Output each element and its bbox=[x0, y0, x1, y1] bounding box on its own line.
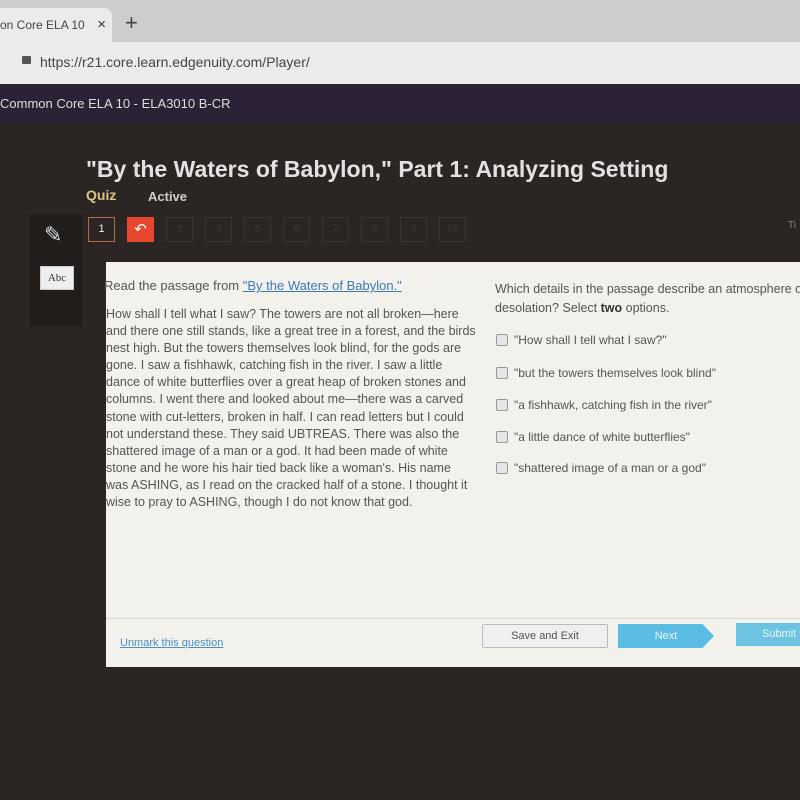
question-nav-button[interactable]: 8 bbox=[361, 217, 388, 242]
question-prompt: Which details in the passage describe an… bbox=[495, 280, 800, 318]
new-tab-button[interactable]: + bbox=[125, 10, 138, 36]
passage-text: How shall I tell what I saw? The towers … bbox=[106, 307, 476, 510]
tab-title: on Core ELA 10 bbox=[0, 18, 85, 32]
checkbox[interactable] bbox=[496, 399, 508, 411]
prompt-b: options. bbox=[622, 301, 670, 315]
unmark-question-link[interactable]: Unmark this question bbox=[120, 637, 223, 649]
question-nav: 1 ↶ 3 4 5 6 7 8 9 10 bbox=[88, 217, 466, 242]
checkbox[interactable] bbox=[496, 367, 508, 379]
question-nav-button[interactable]: 3 bbox=[166, 217, 193, 242]
question-nav-button[interactable]: 6 bbox=[283, 217, 310, 242]
next-button[interactable]: Next bbox=[618, 624, 714, 648]
question-nav-button[interactable]: 7 bbox=[322, 217, 349, 242]
question-nav-button[interactable]: ↶ bbox=[127, 217, 154, 242]
course-title: Common Core ELA 10 - ELA3010 B-CR bbox=[0, 84, 800, 124]
page-title: "By the Waters of Babylon," Part 1: Anal… bbox=[86, 156, 669, 182]
question-nav-button[interactable]: 5 bbox=[244, 217, 271, 242]
answer-option[interactable]: "shattered image of a man or a god" bbox=[496, 461, 706, 475]
story-link[interactable]: "By the Waters of Babylon." bbox=[243, 278, 402, 293]
dictionary-icon[interactable]: Abc bbox=[40, 266, 74, 290]
footer-divider bbox=[106, 618, 800, 619]
save-and-exit-button[interactable]: Save and Exit bbox=[482, 624, 608, 648]
url-text[interactable]: https://r21.core.learn.edgenuity.com/Pla… bbox=[40, 54, 310, 70]
browser-tab-bar: on Core ELA 10 × + bbox=[0, 0, 800, 42]
submit-button[interactable]: Submit bbox=[736, 623, 800, 646]
option-label: "but the towers themselves look blind" bbox=[514, 366, 716, 380]
checkbox[interactable] bbox=[496, 462, 508, 474]
pencil-icon[interactable]: ✎ bbox=[44, 222, 62, 248]
passage-intro: Read the passage from "By the Waters of … bbox=[104, 278, 402, 293]
question-nav-button[interactable]: 10 bbox=[439, 217, 466, 242]
intro-text: Read the passage from bbox=[104, 278, 243, 293]
question-nav-button[interactable]: 1 bbox=[88, 217, 115, 242]
checkbox[interactable] bbox=[496, 334, 508, 346]
browser-tab[interactable]: on Core ELA 10 × bbox=[0, 8, 112, 42]
answer-option[interactable]: "but the towers themselves look blind" bbox=[496, 366, 716, 380]
truncated-label: Ti bbox=[788, 220, 796, 231]
question-nav-button[interactable]: 9 bbox=[400, 217, 427, 242]
answer-option[interactable]: "a little dance of white butterflies" bbox=[496, 430, 690, 444]
status-label: Active bbox=[148, 189, 188, 204]
checkbox[interactable] bbox=[496, 431, 508, 443]
lock-icon bbox=[22, 56, 31, 64]
close-tab-icon[interactable]: × bbox=[97, 16, 106, 33]
question-nav-button[interactable]: 4 bbox=[205, 217, 232, 242]
answer-option[interactable]: "a fishhawk, catching fish in the river" bbox=[496, 398, 712, 412]
answer-option[interactable]: "How shall I tell what I saw?" bbox=[496, 333, 667, 347]
option-label: "How shall I tell what I saw?" bbox=[514, 333, 667, 347]
option-label: "shattered image of a man or a god" bbox=[514, 461, 706, 475]
prompt-bold: two bbox=[600, 301, 623, 315]
activity-type: Quiz bbox=[86, 187, 117, 203]
option-label: "a little dance of white butterflies" bbox=[514, 430, 690, 444]
option-label: "a fishhawk, catching fish in the river" bbox=[514, 398, 712, 412]
